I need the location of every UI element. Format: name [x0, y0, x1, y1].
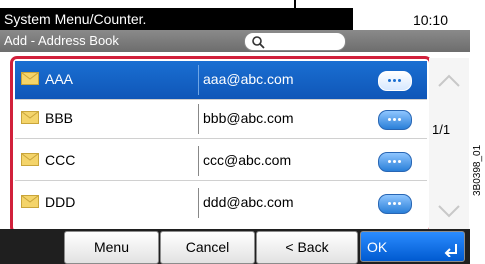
- contact-email: ccc@abc.com: [203, 152, 292, 168]
- contact-email: aaa@abc.com: [203, 71, 294, 87]
- address-list: AAA aaa@abc.com BBB bbb@abc.com CCC ccc@…: [10, 56, 432, 234]
- figure-id: 3B0398_01: [472, 144, 483, 196]
- search-icon: [252, 36, 265, 49]
- status-menu-text: System Menu/Counter.: [4, 11, 147, 27]
- contact-email: bbb@abc.com: [203, 110, 294, 126]
- scroll-down-button[interactable]: [429, 190, 469, 230]
- contact-name: DDD: [45, 194, 76, 210]
- list-item[interactable]: BBB bbb@abc.com: [15, 100, 427, 139]
- column-divider: [198, 104, 199, 134]
- contact-email: ddd@abc.com: [203, 194, 294, 210]
- status-time-area: 10:10: [353, 8, 470, 30]
- contact-name: BBB: [45, 110, 74, 126]
- column-divider: [198, 146, 199, 176]
- detail-button[interactable]: [378, 71, 412, 91]
- back-button[interactable]: < Back: [256, 231, 358, 264]
- ok-button[interactable]: OK: [360, 231, 465, 262]
- ok-label: OK: [367, 239, 388, 255]
- detail-button[interactable]: [378, 152, 412, 172]
- clock: 10:10: [412, 12, 448, 28]
- title-bar: Add - Address Book: [0, 30, 470, 52]
- envelope-icon: [21, 153, 39, 166]
- more-icon: [387, 158, 403, 164]
- page-counter: 1/1: [432, 122, 451, 137]
- more-icon: [387, 116, 403, 122]
- scroll-panel: [429, 58, 469, 230]
- detail-button[interactable]: [378, 110, 412, 130]
- scroll-up-button[interactable]: [429, 62, 469, 102]
- search-button[interactable]: [244, 32, 346, 51]
- list-item[interactable]: CCC ccc@abc.com: [15, 142, 427, 181]
- enter-icon: [444, 244, 457, 257]
- more-icon: [387, 200, 403, 206]
- column-divider: [198, 65, 199, 95]
- contact-name: CCC: [45, 152, 76, 168]
- cancel-button[interactable]: Cancel: [160, 231, 255, 264]
- more-icon: [387, 77, 403, 83]
- column-divider: [198, 188, 199, 218]
- detail-button[interactable]: [378, 194, 412, 214]
- bottom-bar: Menu Cancel < Back OK: [0, 229, 470, 264]
- list-item[interactable]: AAA aaa@abc.com: [15, 61, 427, 100]
- menu-button[interactable]: Menu: [64, 231, 159, 264]
- list-item[interactable]: DDD ddd@abc.com: [15, 184, 427, 222]
- envelope-icon: [21, 72, 39, 85]
- contact-name: AAA: [45, 71, 74, 87]
- screen-title: Add - Address Book: [4, 33, 119, 48]
- status-bar: System Menu/Counter. 10:10: [0, 8, 470, 30]
- envelope-icon: [21, 195, 39, 208]
- envelope-icon: [21, 111, 39, 124]
